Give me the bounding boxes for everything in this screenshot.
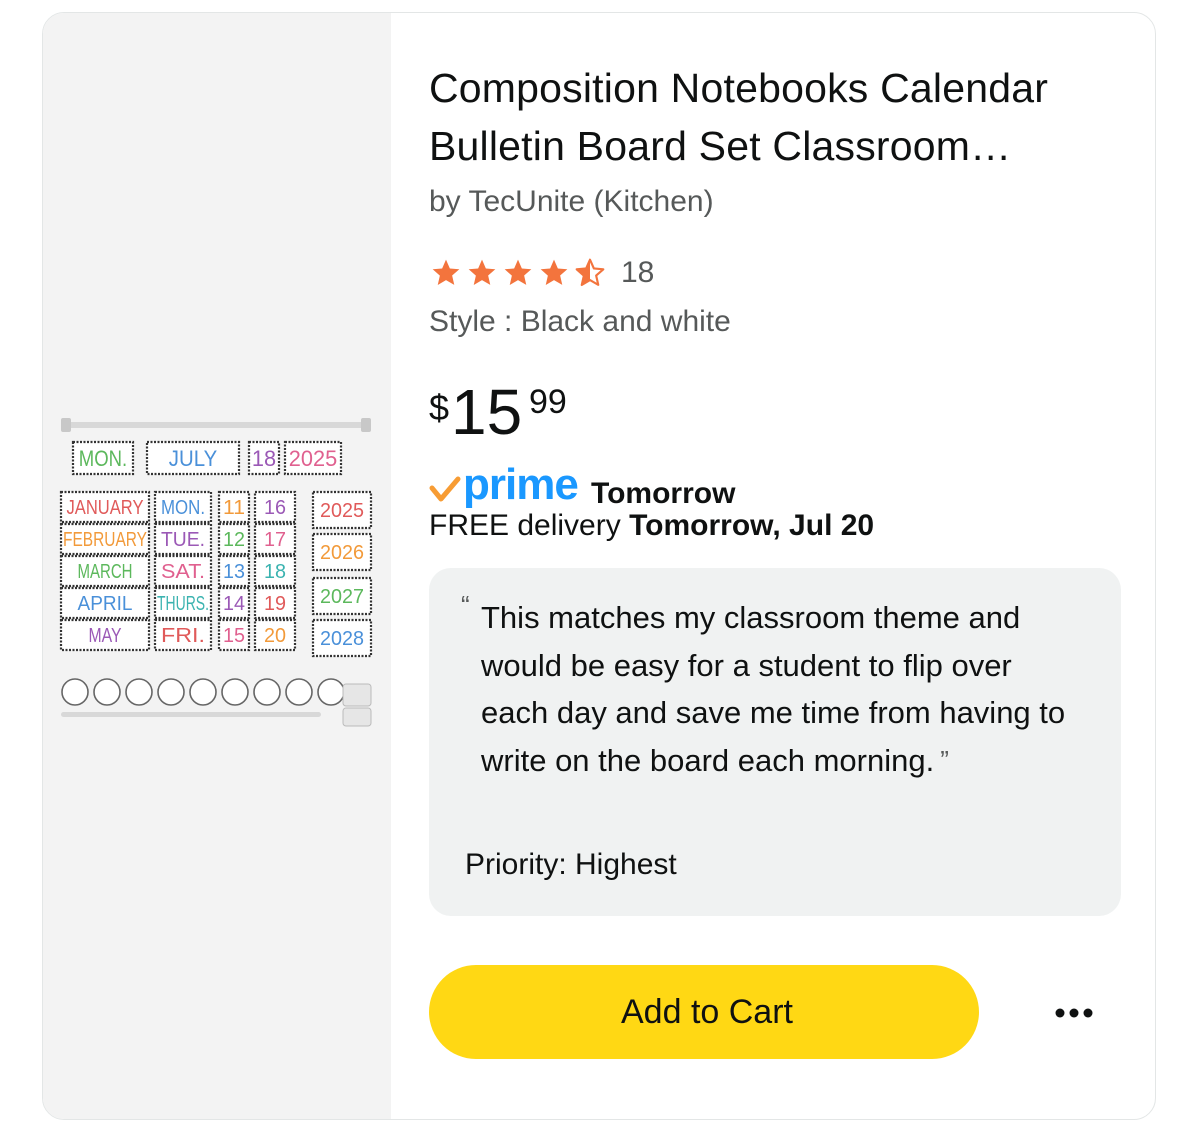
calendar-card-text: 17 — [264, 529, 286, 551]
calendar-card-text: FRI. — [161, 625, 205, 647]
ellipsis-icon — [1055, 1008, 1093, 1018]
calendar-circle — [189, 678, 217, 706]
open-quote: “ — [461, 590, 470, 620]
calendar-card-text: MAY — [89, 625, 122, 647]
star-icon — [540, 259, 568, 285]
product-card: MON. JULY 18 2025 JANUARY FEBRUARY MARCH APRIL… — [42, 12, 1156, 1120]
calendar-card-text: 12 — [223, 529, 245, 551]
product-image[interactable]: MON. JULY 18 2025 JANUARY FEBRUARY MARCH APRIL… — [59, 408, 377, 728]
half-star-icon — [575, 258, 605, 287]
close-quote: ” — [940, 744, 949, 775]
product-title[interactable]: Composition Notebooks Calendar Bulletin … — [429, 59, 1119, 175]
calendar-circle — [93, 678, 121, 706]
calendar-card-text: 13 — [223, 561, 245, 583]
calendar-card-text: 15 — [223, 625, 245, 647]
prime-check-icon — [429, 476, 461, 502]
calendar-card-text: 2028 — [320, 628, 364, 650]
calendar-card-text: 11 — [223, 497, 245, 519]
calendar-card-text: 16 — [264, 497, 286, 519]
star-icon — [432, 259, 460, 285]
calendar-circle — [157, 678, 185, 706]
calendar-circle — [253, 678, 281, 706]
more-options-icon[interactable] — [1044, 993, 1104, 1033]
delivery-prefix: FREE delivery — [429, 509, 630, 542]
priority-label: Priority: Highest — [465, 848, 677, 881]
calendar-card-text: APRIL — [78, 593, 133, 615]
calendar-card-text: JULY — [169, 446, 218, 471]
prime-logo: prime — [463, 465, 579, 509]
calendar-card-text: MARCH — [78, 561, 133, 583]
note-box: “ This matches my classroom theme and wo… — [429, 568, 1121, 916]
add-to-cart-button[interactable]: Add to Cart — [429, 965, 979, 1059]
calendar-card-text: 18 — [252, 446, 276, 471]
calendar-card-text: 14 — [223, 593, 245, 615]
calendar-circle — [285, 678, 313, 706]
calendar-card-text: THURS. — [157, 593, 209, 615]
star-icon — [504, 259, 532, 285]
delivery-info: FREE delivery Tomorrow, Jul 20 — [429, 509, 874, 543]
prime-speed: Tomorrow — [591, 477, 736, 510]
calendar-circle — [221, 678, 249, 706]
calendar-circle — [317, 678, 345, 706]
star-rating[interactable] — [429, 257, 607, 289]
calendar-card-text: TUE. — [161, 529, 205, 551]
calendar-card-text: 20 — [264, 625, 286, 647]
calendar-card-text: MON. — [79, 446, 127, 471]
calendar-card-text: MON. — [161, 497, 205, 519]
price-symbol: $ — [429, 387, 450, 428]
calendar-card-text: JANUARY — [67, 497, 144, 519]
calendar-card-text: 2026 — [320, 542, 364, 564]
calendar-circle — [61, 678, 89, 706]
price-fraction: 99 — [529, 383, 567, 421]
delivery-date: Tomorrow, Jul 20 — [629, 509, 875, 542]
calendar-card-text: 2027 — [320, 586, 364, 608]
calendar-card-text: 19 — [264, 593, 286, 615]
product-brand[interactable]: by TecUnite (Kitchen) — [429, 185, 714, 219]
product-image-panel[interactable]: MON. JULY 18 2025 JANUARY FEBRUARY MARCH APRIL… — [43, 13, 391, 1119]
calendar-card-text: FEBRUARY — [63, 529, 147, 551]
style-label: Style : Black and white — [429, 305, 731, 338]
rating-row[interactable]: 18 — [429, 253, 654, 293]
calendar-card-text: 2025 — [320, 500, 364, 522]
calendar-circle — [125, 678, 153, 706]
note-text: This matches my classroom theme and woul… — [481, 594, 1081, 784]
calendar-card-text: 18 — [264, 561, 286, 583]
price-whole: 15 — [451, 376, 523, 448]
calendar-card-text: 2025 — [289, 446, 337, 471]
star-icon — [468, 259, 496, 285]
calendar-card-text: SAT. — [161, 561, 205, 583]
review-count[interactable]: 18 — [621, 256, 654, 290]
product-info: Composition Notebooks Calendar Bulletin … — [429, 13, 1155, 1119]
svg-text:prime: prime — [463, 465, 578, 509]
note-body: This matches my classroom theme and woul… — [481, 600, 1066, 778]
